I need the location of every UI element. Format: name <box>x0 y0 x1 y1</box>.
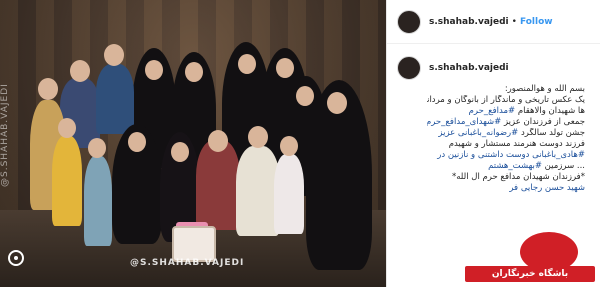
caption-line: جشن تولد سالگرد #رضوانه_باغبانی عزیز <box>427 128 585 139</box>
post-photo[interactable]: @S.SHAHAB.VAJEDI @S.SHAHAB.VAJEDI <box>0 0 386 287</box>
caption-line-text: ... سرزمین <box>541 161 585 171</box>
caption-line: *فرزندان شهیدان مدافع حرم آل الله* <box>427 172 585 183</box>
caption-hashtag-link[interactable]: #مدافع_حرم <box>469 106 516 116</box>
person-face <box>38 78 58 100</box>
person-face <box>280 136 298 156</box>
person-face <box>327 92 347 114</box>
caption-hashtag-link[interactable]: #رضوانه_باغبانی عزیز <box>438 128 518 138</box>
caption-line: شهید حسن رجایی فر <box>427 183 585 194</box>
person-figure <box>96 64 134 134</box>
caption-hashtag-link[interactable]: شهید حسن رجایی فر <box>509 183 585 193</box>
news-agency-label: باشگاه خبرنگاران <box>465 266 595 282</box>
camera-icon[interactable] <box>8 250 24 266</box>
caption-line: جمعی از فرزندان عزیز #شهدای_مدافع_حرم در <box>427 117 585 128</box>
photo-side-watermark: @S.SHAHAB.VAJEDI <box>0 83 10 187</box>
avatar[interactable] <box>397 9 421 34</box>
caption-line-text: فرزند دوست هنرمند مستشار و شهیدم <box>448 139 585 149</box>
caption-hashtag-link[interactable]: #شهدای_مدافع_حرم در <box>427 117 501 127</box>
person-figure <box>52 136 82 226</box>
comment-username[interactable]: s.shahab.vajedi <box>429 63 509 73</box>
person-face <box>145 60 163 80</box>
person-face <box>248 126 268 148</box>
person-figure <box>84 156 112 246</box>
caption-line-text: جشن تولد سالگرد <box>518 128 585 138</box>
caption-line: ... سرزمین #بهشت_هشتم <box>427 161 585 172</box>
person-face <box>276 58 294 78</box>
person-face <box>70 60 90 82</box>
post-username[interactable]: s.shahab.vajedi <box>429 17 509 27</box>
birthday-cake <box>172 226 216 262</box>
person-face <box>238 54 256 74</box>
caption-line: #هادی_باغبانی دوست داشتنی و نازنین در <box>427 150 585 161</box>
person-face <box>104 44 124 66</box>
caption-line-text: *فرزندان شهیدان مدافع حرم آل الله* <box>452 172 585 182</box>
caption-line-text: جمعی از فرزندان عزیز <box>501 117 585 127</box>
follow-button[interactable]: Follow <box>520 17 553 27</box>
avatar[interactable] <box>397 56 421 80</box>
caption-line-text: بسم الله و هوالمنصور: <box>504 84 585 94</box>
photo-bottom-watermark: @S.SHAHAB.VAJEDI <box>130 258 245 268</box>
caption-line: یک عکس تاریخی و ماندگار از بانوگان و مرد… <box>427 95 585 106</box>
caption-hashtag-link[interactable]: #بهشت_هشتم <box>488 161 542 171</box>
caption-line: بسم الله و هوالمنصور: <box>427 84 585 95</box>
person-face <box>88 138 106 158</box>
caption-line-text: یک عکس تاریخی و ماندگار از بانوگان و مرد… <box>427 95 585 105</box>
person-face <box>128 132 146 152</box>
comment-header: s.shahab.vajedi <box>397 56 591 80</box>
person-figure <box>196 140 240 230</box>
person-face <box>171 142 189 162</box>
person-face <box>58 118 76 138</box>
caption-line-text: ها شهیدان والاهقام <box>515 106 585 116</box>
person-figure <box>274 154 304 234</box>
caption-line: ها شهیدان والاهقام #مدافع_حرم <box>427 106 585 117</box>
caption-comment: s.shahab.vajedi بسم الله و هوالمنصور: یک … <box>387 44 600 194</box>
person-face <box>185 62 203 82</box>
separator-dot: • <box>511 16 517 27</box>
caption-hashtag-link[interactable]: #هادی_باغبانی دوست داشتنی و نازنین در <box>437 150 585 160</box>
caption-text: بسم الله و هوالمنصور: یک عکس تاریخی و مان… <box>397 84 591 194</box>
post-header: s.shahab.vajedi • Follow <box>387 0 600 44</box>
person-face <box>208 130 228 152</box>
caption-line: فرزند دوست هنرمند مستشار و شهیدم <box>427 139 585 150</box>
person-face <box>296 86 314 106</box>
